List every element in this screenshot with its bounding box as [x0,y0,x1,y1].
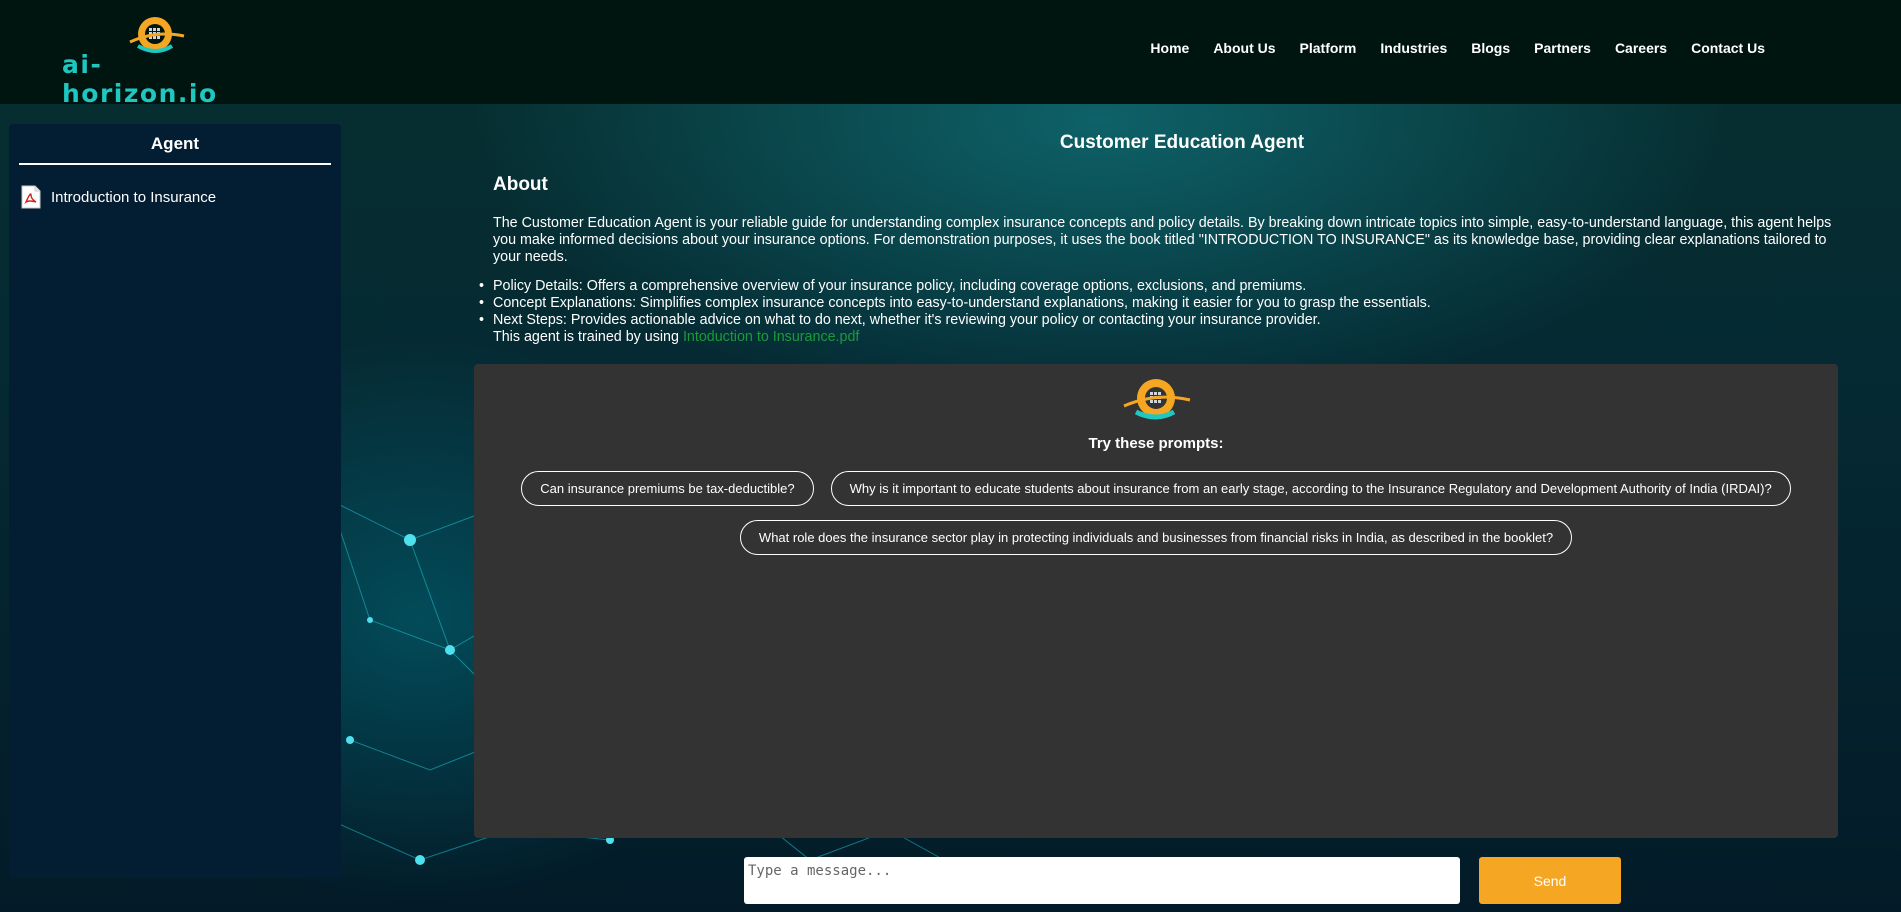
logo-text: ai-horizon.io [62,50,218,108]
nav-home[interactable]: Home [1138,40,1201,56]
message-input[interactable] [744,857,1460,904]
nav-blogs[interactable]: Blogs [1459,40,1522,56]
send-button[interactable]: Send [1479,857,1621,904]
brand-logo[interactable]: ai-horizon.io [60,12,250,108]
prompt-button[interactable]: What role does the insurance sector play… [739,520,1573,555]
sidebar-item-label: Introduction to Insurance [51,188,217,206]
feature-item: Concept Explanations: Simplifies complex… [479,295,1793,312]
agent-sidebar: Agent Introduction to Insurance [9,124,341,878]
trained-by-text: This agent is trained by using [493,329,683,345]
nav-industries[interactable]: Industries [1368,40,1459,56]
nav-about-us[interactable]: About Us [1201,40,1287,56]
nav-partners[interactable]: Partners [1522,40,1603,56]
prompt-row: Can insurance premiums be tax-deductible… [474,471,1838,506]
nav-contact-us[interactable]: Contact Us [1679,40,1777,56]
agent-logo-icon [1123,379,1191,420]
feature-item: Policy Details: Offers a comprehensive o… [479,278,1793,295]
main-nav: Home About Us Platform Industries Blogs … [1138,40,1777,56]
prompts-title: Try these prompts: [1088,435,1224,452]
knowledge-base-link[interactable]: Intoduction to Insurance.pdf [683,329,859,345]
site-header: ai-horizon.io Home About Us Platform Ind… [0,0,1901,108]
nav-careers[interactable]: Careers [1603,40,1679,56]
about-heading: About [493,174,548,195]
page-title: Customer Education Agent [1059,132,1305,153]
feature-item: Next Steps: Provides actionable advice o… [479,312,1793,329]
trained-by-line: This agent is trained by using Intoducti… [493,329,1793,346]
prompt-row: What role does the insurance sector play… [474,520,1838,555]
sidebar-item-introduction-to-insurance[interactable]: Introduction to Insurance [21,185,341,209]
chat-panel: Try these prompts: Can insurance premium… [474,364,1838,838]
feature-list: Policy Details: Offers a comprehensive o… [479,278,1793,346]
about-description: The Customer Education Agent is your rel… [493,215,1832,265]
sidebar-title: Agent [19,124,331,165]
prompt-button[interactable]: Can insurance premiums be tax-deductible… [521,471,814,506]
prompt-button[interactable]: Why is it important to educate students … [830,471,1791,506]
nav-platform[interactable]: Platform [1288,40,1369,56]
pdf-icon [21,185,41,209]
